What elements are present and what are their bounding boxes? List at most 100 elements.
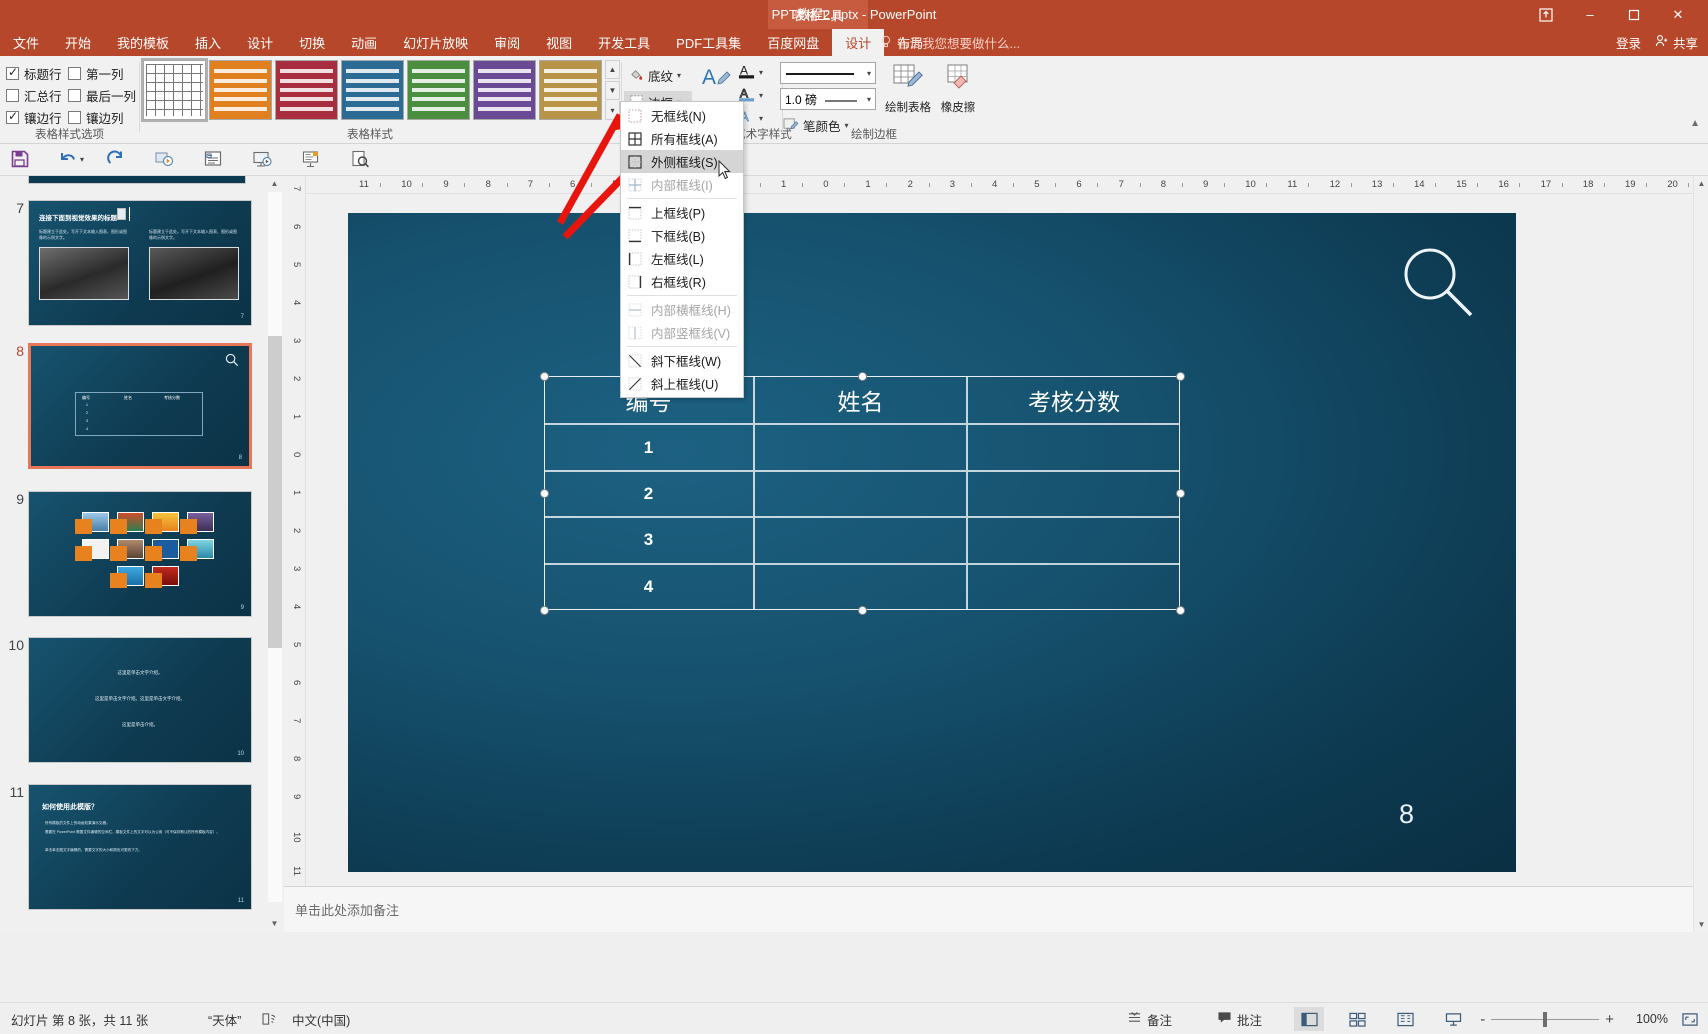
comments-toggle-button[interactable]: 批注 (1217, 1003, 1262, 1034)
menu-item-inside-vertical-border[interactable]: 内部竖框线(V) (621, 321, 743, 344)
slide-sorter-icon[interactable] (1342, 1007, 1372, 1031)
new-slide-icon[interactable] (203, 149, 225, 171)
minimize-button[interactable]: – (1568, 0, 1612, 29)
notes-pane[interactable]: 单击此处添加备注 (284, 886, 1693, 932)
zoom-slider-thumb[interactable] (1543, 1011, 1548, 1027)
table-style-swatch-purple[interactable] (473, 60, 536, 120)
accessibility-check-icon[interactable] (262, 1003, 279, 1034)
resize-handle-middle-left[interactable] (540, 489, 549, 498)
zoom-slider[interactable]: - + (1480, 1003, 1614, 1034)
collapse-ribbon-icon[interactable]: ▲ (1690, 118, 1700, 129)
text-fill-chevron-down-icon[interactable]: ▾ (759, 68, 763, 77)
editor-scroll-down-icon[interactable]: ▼ (1694, 917, 1708, 932)
slide-show-icon[interactable] (1438, 1007, 1468, 1031)
horizontal-ruler[interactable]: 1110987654321012345678910111213141516171… (306, 176, 1693, 194)
tab-design[interactable]: 设计 (234, 29, 286, 56)
view-button-slide-sorter[interactable] (1342, 1003, 1372, 1034)
banded-rows-checkbox[interactable] (6, 109, 19, 124)
zoom-in-button[interactable]: + (1605, 1011, 1614, 1028)
menu-item-right-border[interactable]: 右框线(R) (621, 270, 743, 293)
view-button-normal[interactable] (1294, 1003, 1324, 1034)
reading-view-icon[interactable] (1390, 1007, 1420, 1031)
checkbox-first-column[interactable]: 第一列 (68, 62, 138, 84)
slide-thumbnail-8[interactable]: 编号 姓名 考核分数 1 2 3 4 8 (28, 343, 252, 469)
share-button[interactable]: 共享 (1655, 33, 1698, 52)
undo-chevron-down-icon[interactable]: ▾ (80, 155, 84, 164)
slide-thumbnail-9[interactable]: 9 (28, 491, 252, 617)
notes-toggle-button[interactable]: 备注 (1127, 1003, 1172, 1034)
checkbox-banded-rows[interactable]: 镶边行 (6, 106, 68, 128)
checkbox-total-row[interactable]: 汇总行 (6, 84, 68, 106)
pen-weight-chevron-down-icon[interactable]: ▾ (867, 95, 871, 104)
scrollbar-thumb[interactable] (268, 336, 282, 648)
zoom-level[interactable]: 100% (1636, 1003, 1668, 1034)
tell-me-search[interactable]: 告诉我您想要做什么... (880, 29, 1020, 56)
menu-item-diagonal-up-border[interactable]: 斜上框线(U) (621, 372, 743, 395)
resize-handle-top-center[interactable] (858, 372, 867, 381)
scroll-up-icon[interactable]: ▲ (267, 176, 282, 191)
resize-handle-bottom-right[interactable] (1176, 606, 1185, 615)
tab-developer[interactable]: 开发工具 (585, 29, 663, 56)
from-current-slide-icon[interactable] (301, 149, 323, 171)
gallery-scroll-down-icon[interactable]: ▼ (605, 80, 620, 100)
slide-canvas[interactable]: 编号 姓名 考核分数 1 2 3 4 8 (348, 213, 1516, 872)
menu-item-left-border[interactable]: 左框线(L) (621, 247, 743, 270)
tab-my-templates[interactable]: 我的模板 (104, 29, 182, 56)
slide-thumbnail-11[interactable]: 如何使用此模版？ 所有模板的文件上的动画效果演示文稿。 需要在 PowerPoi… (28, 784, 252, 910)
resize-handle-bottom-center[interactable] (858, 606, 867, 615)
resize-handle-bottom-left[interactable] (540, 606, 549, 615)
view-button-slide-show[interactable] (1438, 1003, 1468, 1034)
normal-view-icon[interactable] (1294, 1007, 1324, 1031)
slides-thumbnail-panel[interactable]: 7 连接下面到视觉效果的标题 标题建立于此处。写开下文本输入图表、图形或图像的示… (0, 176, 283, 932)
view-button-reading[interactable] (1390, 1003, 1420, 1034)
gallery-more-icon[interactable]: ▾ (605, 101, 620, 120)
undo-icon[interactable] (58, 149, 80, 171)
shading-button[interactable]: 底纹 ▾ (624, 64, 692, 87)
slide-panel-scrollbar[interactable]: ▲ ▼ (267, 176, 283, 932)
shading-chevron-down-icon[interactable]: ▾ (677, 71, 681, 80)
tab-home[interactable]: 开始 (52, 29, 104, 56)
tab-pdf-tools[interactable]: PDF工具集 (663, 29, 754, 56)
present-online-icon[interactable] (252, 149, 274, 171)
pen-style-chevron-down-icon[interactable]: ▾ (867, 69, 871, 78)
ribbon-display-options-icon[interactable] (1524, 0, 1568, 29)
banded-columns-checkbox[interactable] (68, 110, 81, 124)
editor-scrollbar[interactable]: ▲ ▼ (1693, 176, 1708, 932)
slide-thumbnail-10[interactable]: 这里是单击文字介绍。 这里是单击文字介绍。这里是单击文字介绍。 这里是单击介绍。… (28, 637, 252, 763)
checkbox-last-column[interactable]: 最后一列 (68, 84, 138, 106)
tab-animations[interactable]: 动画 (338, 29, 390, 56)
text-effects-chevron-down-icon[interactable]: ▾ (759, 114, 763, 123)
pen-style-combo[interactable]: ▾ (780, 62, 876, 84)
checkbox-header-row[interactable]: 标题行 (6, 62, 68, 84)
zoom-out-button[interactable]: - (1480, 1011, 1485, 1028)
draw-table-button[interactable]: 绘制表格 (880, 56, 936, 130)
checkbox-banded-columns[interactable]: 镶边列 (68, 106, 138, 128)
menu-item-no-border[interactable]: 无框线(N) (621, 104, 743, 127)
editor-scroll-up-icon[interactable]: ▲ (1694, 176, 1708, 191)
last-column-checkbox[interactable] (68, 88, 81, 102)
first-column-checkbox[interactable] (68, 66, 81, 80)
table-style-swatch-red[interactable] (275, 60, 338, 120)
tab-slide-show[interactable]: 幻灯片放映 (390, 29, 481, 56)
menu-item-diagonal-down-border[interactable]: 斜下框线(W) (621, 349, 743, 372)
tab-file[interactable]: 文件 (0, 29, 52, 56)
start-from-beginning-icon[interactable] (154, 149, 176, 171)
header-row-checkbox[interactable] (6, 65, 19, 80)
tab-baidu-netdisk[interactable]: 百度网盘 (754, 29, 832, 56)
table-style-swatch-green[interactable] (407, 60, 470, 120)
resize-handle-top-left[interactable] (540, 372, 549, 381)
table-styles-gallery[interactable] (141, 58, 602, 134)
print-preview-icon[interactable] (350, 149, 372, 171)
scroll-down-icon[interactable]: ▼ (267, 916, 282, 931)
menu-item-all-borders[interactable]: 所有框线(A) (621, 127, 743, 150)
zoom-slider-track[interactable] (1491, 1011, 1600, 1027)
text-fill-button[interactable]: A ▾ (738, 62, 763, 83)
slide-thumbnail-7[interactable]: 连接下面到视觉效果的标题 标题建立于此处。写开下文本输入图表、图形或图像的示例文… (28, 200, 252, 326)
maximize-button[interactable] (1612, 0, 1656, 29)
tab-view[interactable]: 视图 (533, 29, 585, 56)
total-row-checkbox[interactable] (6, 88, 19, 102)
menu-item-bottom-border[interactable]: 下框线(B) (621, 224, 743, 247)
menu-item-inside-horizontal-border[interactable]: 内部横框线(H) (621, 298, 743, 321)
save-icon[interactable] (10, 149, 32, 171)
table-style-swatch-blue[interactable] (341, 60, 404, 120)
